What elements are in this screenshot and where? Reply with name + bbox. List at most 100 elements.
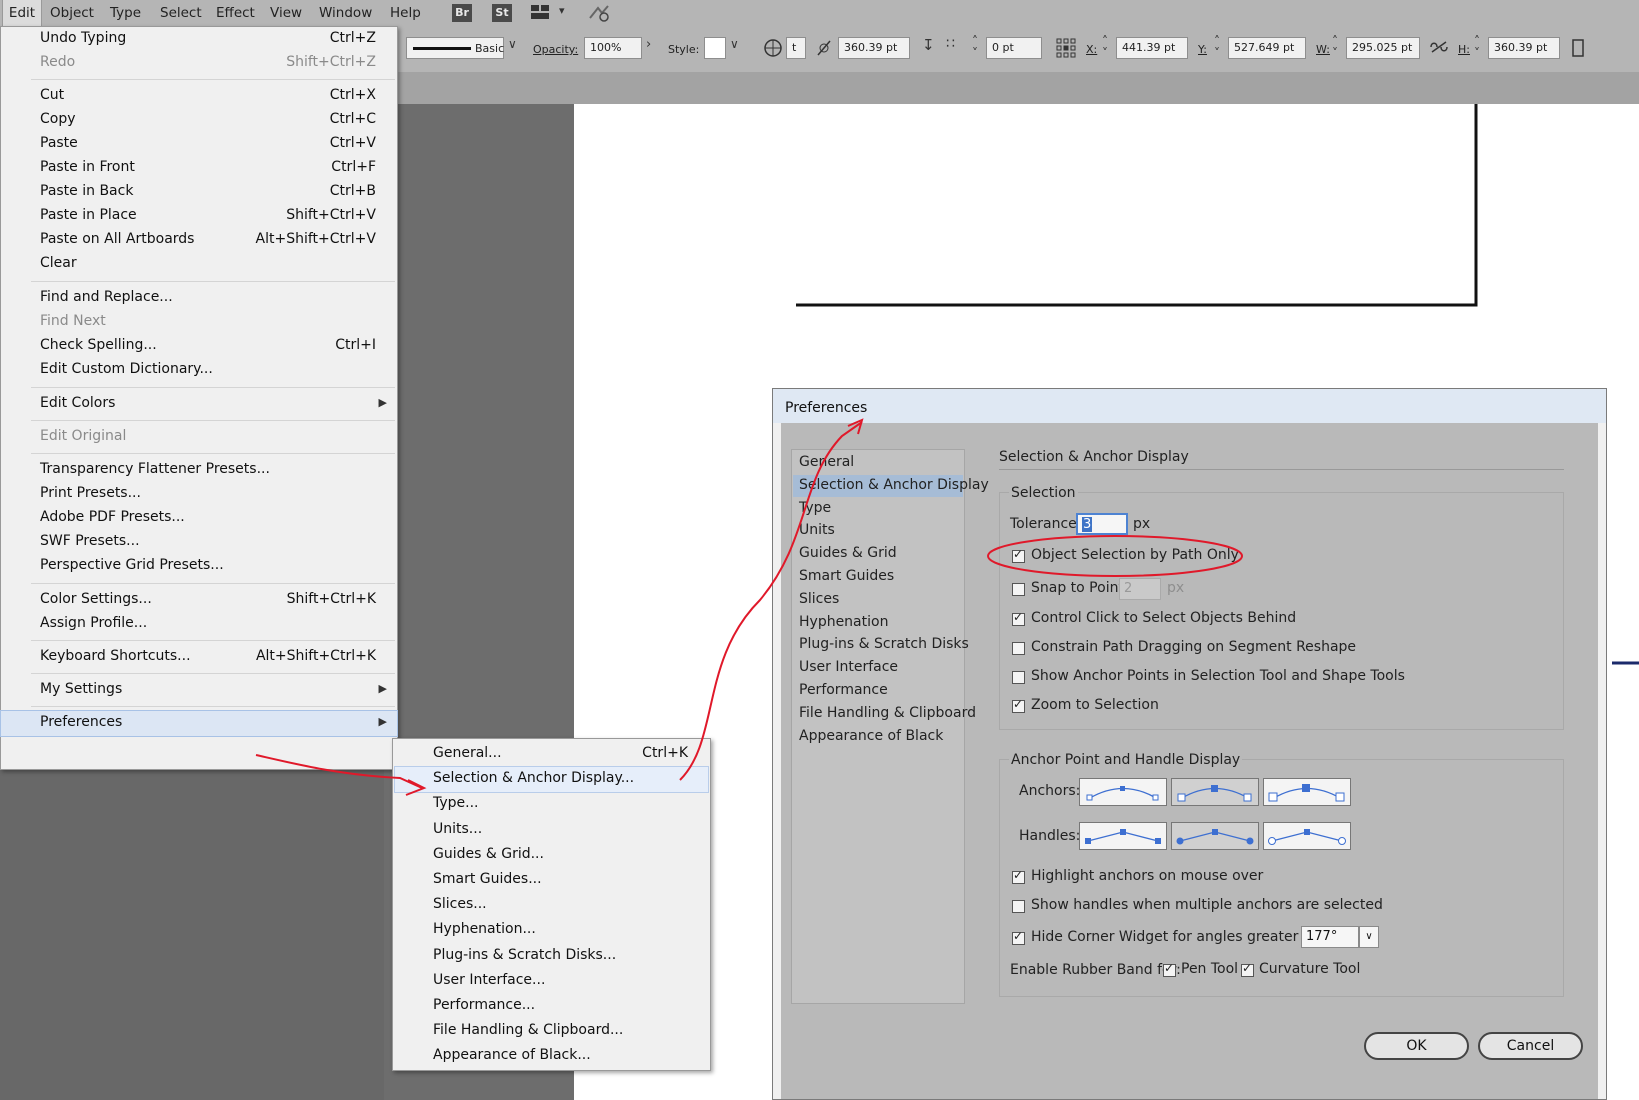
- menu-item-copy[interactable]: Copy Ctrl+C: [1, 108, 397, 133]
- category-units[interactable]: Units: [793, 520, 963, 542]
- bridge-icon[interactable]: Br: [452, 4, 472, 22]
- y-field[interactable]: 527.649 pt: [1228, 37, 1306, 59]
- gpu-performance-icon[interactable]: [588, 4, 612, 22]
- submenu-item-smart-guides[interactable]: Smart Guides...: [395, 868, 708, 893]
- menu-item-swf-presets[interactable]: SWF Presets...: [1, 530, 397, 555]
- category-hyphenation[interactable]: Hyphenation: [793, 612, 963, 634]
- anchor-style-2-button[interactable]: [1171, 778, 1259, 806]
- stepper-icon[interactable]: ˄ ˅: [1102, 35, 1108, 59]
- corner-icon[interactable]: [816, 39, 832, 57]
- menu-item-check-spelling[interactable]: Check Spelling... Ctrl+I: [1, 334, 397, 359]
- chevron-down-icon[interactable]: ∨: [730, 37, 739, 51]
- chevron-down-icon[interactable]: ∨: [508, 37, 517, 51]
- show-handles-checkbox[interactable]: [1012, 900, 1025, 913]
- menu-item-cut[interactable]: Cut Ctrl+X: [1, 84, 397, 109]
- chevron-down-icon[interactable]: ∨: [1359, 926, 1379, 948]
- handle-style-2-button[interactable]: [1171, 822, 1259, 850]
- menu-item-clear[interactable]: Clear: [1, 252, 397, 277]
- menu-item-paste-on-all-artboards[interactable]: Paste on All Artboards Alt+Shift+Ctrl+V: [1, 228, 397, 253]
- width-field[interactable]: 295.025 pt: [1346, 37, 1420, 59]
- menu-type[interactable]: Type: [110, 0, 141, 26]
- object-selection-checkbox[interactable]: [1012, 547, 1025, 563]
- menu-view[interactable]: View: [270, 0, 302, 26]
- submenu-item-appearance-of-black[interactable]: Appearance of Black...: [395, 1044, 708, 1069]
- menu-help[interactable]: Help: [390, 0, 421, 26]
- show-anchor-points-checkbox[interactable]: [1012, 671, 1025, 684]
- stepper-icon[interactable]: ˄ ˅: [1332, 35, 1338, 59]
- category-general[interactable]: General: [793, 452, 963, 474]
- menu-item-undo-typing[interactable]: Undo Typing Ctrl+Z: [1, 27, 397, 52]
- opacity-field[interactable]: 100%: [584, 37, 642, 59]
- submenu-item-hyphenation[interactable]: Hyphenation...: [395, 918, 708, 943]
- submenu-item-type[interactable]: Type...: [395, 792, 708, 817]
- menu-item-print-presets[interactable]: Print Presets...: [1, 482, 397, 507]
- constrain-path-checkbox[interactable]: [1012, 642, 1025, 655]
- menu-item-my-settings[interactable]: My Settings ▶: [1, 678, 397, 703]
- anchor-style-3-button[interactable]: [1263, 778, 1351, 806]
- menu-item-adobe-pdf-presets[interactable]: Adobe PDF Presets...: [1, 506, 397, 531]
- workspace-icon[interactable]: [531, 5, 549, 19]
- menu-item-find-and-replace[interactable]: Find and Replace...: [1, 286, 397, 311]
- dialog-title-bar[interactable]: Preferences: [773, 389, 1606, 423]
- submenu-item-user-interface[interactable]: User Interface...: [395, 969, 708, 994]
- submenu-item-general[interactable]: General... Ctrl+K: [395, 742, 708, 767]
- category-slices[interactable]: Slices: [793, 589, 963, 611]
- category-plug-ins-and-scratch-disks[interactable]: Plug-ins & Scratch Disks: [793, 634, 969, 656]
- submenu-item-performance[interactable]: Performance...: [395, 994, 708, 1019]
- link-constrain-icon[interactable]: [1430, 40, 1448, 54]
- tolerance-input[interactable]: 3: [1076, 513, 1128, 535]
- stepper-icon[interactable]: ˄ ˅: [972, 35, 978, 59]
- category-selection-and-anchor-display[interactable]: Selection & Anchor Display: [793, 474, 989, 497]
- corner-radius-field[interactable]: 360.39 pt: [838, 37, 910, 59]
- submenu-item-units[interactable]: Units...: [395, 818, 708, 843]
- transform-icon[interactable]: [1572, 38, 1586, 58]
- submenu-item-file-handling-and-clipboard[interactable]: File Handling & Clipboard...: [395, 1019, 708, 1044]
- stock-icon[interactable]: St: [492, 4, 512, 22]
- handle-style-3-button[interactable]: [1263, 822, 1351, 850]
- menu-object[interactable]: Object: [50, 0, 94, 26]
- menu-item-perspective-grid-presets[interactable]: Perspective Grid Presets...: [1, 554, 397, 579]
- stepper-icon[interactable]: ˄ ˅: [1214, 35, 1220, 59]
- stepper-icon[interactable]: ˄ ˅: [1474, 35, 1480, 59]
- submenu-item-slices[interactable]: Slices...: [395, 893, 708, 918]
- corner-angle-input[interactable]: 177°: [1301, 926, 1359, 948]
- ok-button[interactable]: OK: [1364, 1032, 1469, 1060]
- category-user-interface[interactable]: User Interface: [793, 657, 963, 679]
- category-performance[interactable]: Performance: [793, 680, 963, 702]
- height-field[interactable]: 360.39 pt: [1488, 37, 1560, 59]
- category-appearance-of-black[interactable]: Appearance of Black: [793, 726, 963, 748]
- x-field[interactable]: 441.39 pt: [1116, 37, 1188, 59]
- category-file-handling-and-clipboard[interactable]: File Handling & Clipboard: [793, 703, 976, 725]
- globe-icon[interactable]: [764, 39, 782, 57]
- menu-item-paste-in-place[interactable]: Paste in Place Shift+Ctrl+V: [1, 204, 397, 229]
- chevron-down-icon[interactable]: ▾: [559, 4, 565, 17]
- highlight-anchors-checkbox[interactable]: [1012, 868, 1025, 884]
- spacing-field[interactable]: 0 pt: [986, 37, 1042, 59]
- chevron-right-icon[interactable]: ›: [646, 37, 651, 52]
- style-swatch[interactable]: [704, 37, 726, 59]
- menu-effect[interactable]: Effect: [216, 0, 255, 26]
- handle-style-1-button[interactable]: [1079, 822, 1167, 850]
- distribute-icon[interactable]: ∷: [946, 36, 955, 52]
- submenu-item-selection-and-anchor-display[interactable]: Selection & Anchor Display...: [394, 766, 709, 794]
- control-click-checkbox[interactable]: [1012, 610, 1025, 626]
- menu-item-paste-in-back[interactable]: Paste in Back Ctrl+B: [1, 180, 397, 205]
- snap-value-input[interactable]: 2: [1119, 578, 1161, 600]
- menu-edit[interactable]: Edit: [2, 0, 42, 27]
- menu-item-transparency-flattener-presets[interactable]: Transparency Flattener Presets...: [1, 458, 397, 483]
- submenu-item-plug-ins-and-scratch-disks[interactable]: Plug-ins & Scratch Disks...: [395, 944, 708, 969]
- reference-point-icon[interactable]: [1056, 38, 1076, 58]
- menu-select[interactable]: Select: [160, 0, 202, 26]
- curvature-tool-checkbox[interactable]: [1241, 961, 1254, 977]
- snap-to-point-checkbox[interactable]: [1012, 583, 1025, 596]
- menu-item-preferences[interactable]: Preferences ▶: [0, 710, 398, 737]
- menu-item-edit-custom-dictionary[interactable]: Edit Custom Dictionary...: [1, 358, 397, 383]
- pen-tool-checkbox[interactable]: [1163, 961, 1176, 977]
- menu-item-paste-in-front[interactable]: Paste in Front Ctrl+F: [1, 156, 397, 181]
- align-icon[interactable]: ↧: [922, 36, 935, 54]
- zoom-to-selection-checkbox[interactable]: [1012, 697, 1025, 713]
- category-smart-guides[interactable]: Smart Guides: [793, 566, 963, 588]
- category-type[interactable]: Type: [793, 498, 963, 520]
- menu-item-assign-profile[interactable]: Assign Profile...: [1, 612, 397, 637]
- hide-corner-widget-checkbox[interactable]: [1012, 929, 1025, 945]
